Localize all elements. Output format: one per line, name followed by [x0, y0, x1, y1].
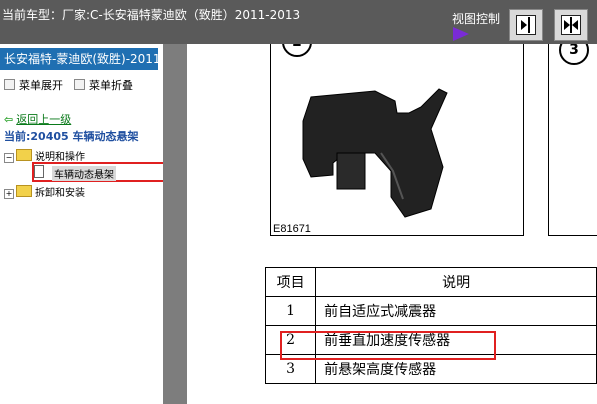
- item-description: 前自适应式减震器: [315, 296, 597, 326]
- arrow-right-bar-icon: [516, 15, 536, 35]
- tree-item-removal[interactable]: + 拆卸和安装: [4, 184, 85, 199]
- highlighted-row-box: [280, 331, 496, 360]
- table-row: 1 前自适应式减震器: [264, 296, 597, 326]
- expand-right-button[interactable]: [509, 9, 543, 41]
- expand-menu-icon: [4, 79, 15, 90]
- tree-item-operation[interactable]: − 说明和操作: [4, 148, 85, 163]
- item-number: 1: [264, 296, 317, 326]
- sidebar: 长安福特-蒙迪欧(致胜)-2011 菜单展开 菜单折叠 ⇦ 返回上一级 当前:20…: [0, 44, 172, 404]
- arrows-split-icon: [561, 15, 581, 35]
- expand-menu-button[interactable]: 菜单展开: [4, 77, 63, 93]
- collapse-menu-icon: [74, 79, 85, 90]
- table-header-row: 项目 说明: [264, 267, 597, 297]
- play-icon[interactable]: [453, 27, 469, 41]
- parts-table: 项目 说明 1 前自适应式减震器 2 前垂直加速度传感器 3 前悬架高度传感器: [264, 267, 597, 384]
- folder-icon: [16, 149, 32, 161]
- view-control-label: 视图控制: [452, 12, 501, 26]
- current-model-title: 当前车型：厂家:C-长安福特蒙迪欧（致胜）2011-2013: [2, 8, 301, 22]
- current-node-label: 当前:20405 车辆动态悬架: [4, 130, 139, 143]
- selected-tree-item-label: 车辆动态悬架: [52, 166, 116, 181]
- figure-code: E81671: [273, 223, 311, 235]
- selected-tree-item[interactable]: 车辆动态悬架: [32, 162, 172, 182]
- sidebar-header: 长安福特-蒙迪欧(致胜)-2011: [0, 48, 158, 70]
- pane-divider[interactable]: [163, 44, 187, 404]
- figure-frame-left: 2 E81671: [270, 44, 524, 236]
- expand-toggle-icon[interactable]: +: [4, 189, 14, 199]
- document-pane: 2 E81671 3 项目 说明 1 前自适应式减震器 2 前垂直加速度传感器 …: [187, 44, 597, 404]
- back-arrow-icon: ⇦: [4, 113, 14, 126]
- folder-icon: [16, 185, 32, 197]
- callout-3: 3: [559, 44, 589, 65]
- collapse-menu-button[interactable]: 菜单折叠: [74, 77, 133, 93]
- column-header-desc: 说明: [315, 267, 597, 297]
- column-header-item: 项目: [264, 267, 317, 297]
- top-bar: 当前车型：厂家:C-长安福特蒙迪欧（致胜）2011-2013 视图控制: [0, 0, 597, 44]
- back-link[interactable]: ⇦ 返回上一级: [4, 111, 71, 127]
- collapse-toggle-icon[interactable]: −: [4, 153, 14, 163]
- collapse-split-button[interactable]: [554, 9, 588, 41]
- figure-frame-right: 3: [548, 44, 597, 236]
- sensor-illustration: [302, 88, 448, 218]
